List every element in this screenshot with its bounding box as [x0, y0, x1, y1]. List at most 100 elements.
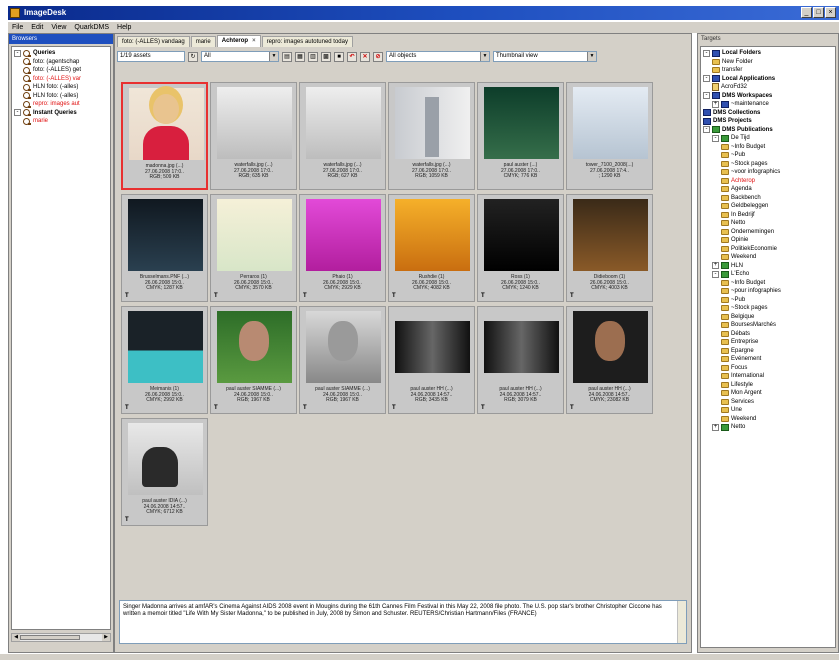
close-icon[interactable]: × [825, 7, 836, 18]
thumbnail-image[interactable] [217, 311, 292, 383]
tree-item[interactable]: DMS Collections [703, 109, 833, 118]
tree-item[interactable]: PolitiekEconomie [703, 245, 833, 254]
thumbnail-card[interactable]: Didieboom (1) 26.06.2008 15:0.. CMYK; 4003… [566, 194, 653, 302]
scroll-left-icon[interactable]: ◀ [12, 634, 20, 641]
remove-icon[interactable]: ⊘ [373, 51, 383, 62]
scrollbar-thumb[interactable] [20, 635, 80, 640]
menu-view[interactable]: View [51, 24, 66, 31]
tree-item[interactable]: Entreprise [703, 338, 833, 347]
tree-item[interactable]: AcroFd32 [703, 83, 833, 92]
thumbnail-card[interactable]: Brusselmans.PNF (...) 26.06.2008 15:0.. CM… [121, 194, 208, 302]
thumbnail-card[interactable]: madonna.jpg (...) 27.06.2008 17:0.. RGB; 5… [121, 82, 208, 190]
tree-item[interactable]: ~Stock pages [703, 160, 833, 169]
thumbnail-image[interactable] [217, 87, 292, 159]
tree-item[interactable]: New Folder [703, 58, 833, 67]
tree-item[interactable]: Achterop [703, 177, 833, 186]
collapse-icon[interactable]: - [14, 109, 21, 117]
view-large-icon[interactable]: ▥ [308, 51, 318, 62]
filter-select[interactable]: All ▼ [201, 51, 279, 62]
thumbnail-card[interactable]: paul auster IDIA (...) 24.06.2008 14:57..… [121, 418, 208, 526]
tree-item[interactable]: - Local Folders [703, 49, 833, 58]
thumbnail-image[interactable] [306, 87, 381, 159]
tree-item[interactable]: Weekend [703, 415, 833, 424]
tree-item[interactable]: - DMS Publications [703, 126, 833, 135]
expand-icon[interactable]: + [712, 100, 719, 108]
thumbnail-image[interactable] [484, 87, 559, 159]
menu-edit[interactable]: Edit [31, 24, 43, 31]
tree-item[interactable]: ~pour infographies [703, 287, 833, 296]
tree-item[interactable]: foto: (-ALLES) get [14, 66, 108, 75]
tree-item[interactable]: DMS Projects [703, 117, 833, 126]
thumbnail-image[interactable] [128, 311, 203, 383]
tab-close-icon[interactable]: × [252, 38, 256, 44]
description-scrollbar[interactable] [677, 601, 686, 643]
thumbnail-card[interactable]: paul auster SIAMME (...) 24.06.2008 15:0.… [299, 306, 386, 414]
thumbnail-card[interactable]: Meimanis (1) 26.06.2008 15:0.. CMYK; 2992 … [121, 306, 208, 414]
tree-item[interactable]: Une [703, 406, 833, 415]
thumbnail-image[interactable] [129, 88, 204, 160]
tree-item[interactable]: Netto [703, 219, 833, 228]
view-grid-icon[interactable]: ▩ [321, 51, 331, 62]
collapse-icon[interactable]: - [712, 134, 719, 142]
thumbnail-image[interactable] [217, 199, 292, 271]
thumbnail-card[interactable]: paul auster HH (...) 24.06.2008 14:57.. CM… [566, 306, 653, 414]
tab-repro-images[interactable]: repro: images autotuned today [261, 36, 353, 47]
tree-item[interactable]: foto: (-ALLES) var [14, 75, 108, 84]
thumbnail-card[interactable]: Phaio (1) 26.06.2008 15:0.. CMYK; 2929 KB T [299, 194, 386, 302]
refresh-icon[interactable]: ↻ [188, 51, 198, 62]
tab-achterop[interactable]: Achterop × [216, 35, 261, 47]
thumbnail-image[interactable] [484, 321, 559, 373]
thumbnail-image[interactable] [484, 199, 559, 271]
tree-item[interactable]: ~voor infographics [703, 168, 833, 177]
menu-help[interactable]: Help [117, 24, 131, 31]
tree-item[interactable]: Epargne [703, 347, 833, 356]
thumbnail-image[interactable] [395, 199, 470, 271]
thumbnail-card[interactable]: Perraros (1) 26.06.2008 15:0.. CMYK; 3570 … [210, 194, 297, 302]
tree-item[interactable]: Agenda [703, 185, 833, 194]
collapse-icon[interactable]: - [703, 92, 710, 100]
scroll-right-icon[interactable]: ▶ [102, 634, 110, 641]
tree-item[interactable]: ~Pub [703, 296, 833, 305]
collapse-icon[interactable]: - [703, 126, 710, 134]
tree-item[interactable]: Geldbeleggen [703, 202, 833, 211]
tree-item[interactable]: foto: (agentschap [14, 58, 108, 67]
tree-item[interactable]: ~Stock pages [703, 304, 833, 313]
tree-item[interactable]: - L'Echo [703, 270, 833, 279]
tree-item[interactable]: HLN foto: (-alles) [14, 83, 108, 92]
tree-item[interactable]: Focus [703, 364, 833, 373]
tree-item[interactable]: marie [14, 117, 108, 126]
tree-item[interactable]: Opinie [703, 236, 833, 245]
collapse-icon[interactable]: - [712, 270, 719, 278]
horizontal-scrollbar[interactable]: ◀ ▶ [11, 633, 111, 642]
delete-icon[interactable]: ✕ [360, 51, 370, 62]
tree-item[interactable]: In Bedrijf [703, 211, 833, 220]
thumbnail-image[interactable] [395, 321, 470, 373]
tree-item[interactable]: Ondernemingen [703, 228, 833, 237]
tree-item[interactable]: + ~maintenance [703, 100, 833, 109]
thumbnail-card[interactable]: waterfalls.jpg (...) 27.06.2008 17:0.. RGB… [299, 82, 386, 190]
tree-item[interactable]: ~Info Budget [703, 279, 833, 288]
thumbnail-card[interactable]: Ross (1) 26.06.2008 15:0.. CMYK; 1240 KB T [477, 194, 564, 302]
thumbnail-card[interactable]: tower_7100_2008(...) 27.06.2008 17:4..; 1… [566, 82, 653, 190]
tree-item[interactable]: + HLN [703, 262, 833, 271]
tree-item[interactable]: Weekend [703, 253, 833, 262]
minimize-icon[interactable]: _ [801, 7, 812, 18]
menu-quarkdms[interactable]: QuarkDMS [74, 24, 109, 31]
thumbnail-image[interactable] [573, 87, 648, 159]
collapse-icon[interactable]: - [703, 49, 710, 57]
tree-item[interactable]: International [703, 372, 833, 381]
thumbnail-image[interactable] [573, 199, 648, 271]
thumbnail-card[interactable]: paul auster HH (...) 24.06.2008 14:57.. RG… [388, 306, 475, 414]
tree-item[interactable]: Débats [703, 330, 833, 339]
tree-item[interactable]: ~Pub [703, 151, 833, 160]
tree-item[interactable]: Evénement [703, 355, 833, 364]
tree-item[interactable]: BoursesMarchés [703, 321, 833, 330]
tree-item[interactable]: - DMS Workspaces [703, 92, 833, 101]
thumbnail-card[interactable]: paul auster (...) 27.06.2008 17:0.. CMYK; … [477, 82, 564, 190]
view-list-icon[interactable]: ■ [334, 51, 344, 62]
tree-item[interactable]: Lifestyle [703, 381, 833, 390]
view-medium-icon[interactable]: ▦ [295, 51, 305, 62]
thumbnail-image[interactable] [306, 311, 381, 383]
expand-icon[interactable]: + [712, 423, 719, 431]
thumbnail-card[interactable]: waterfalls.jpg (...) 27.06.2008 17:0.. RGB… [210, 82, 297, 190]
